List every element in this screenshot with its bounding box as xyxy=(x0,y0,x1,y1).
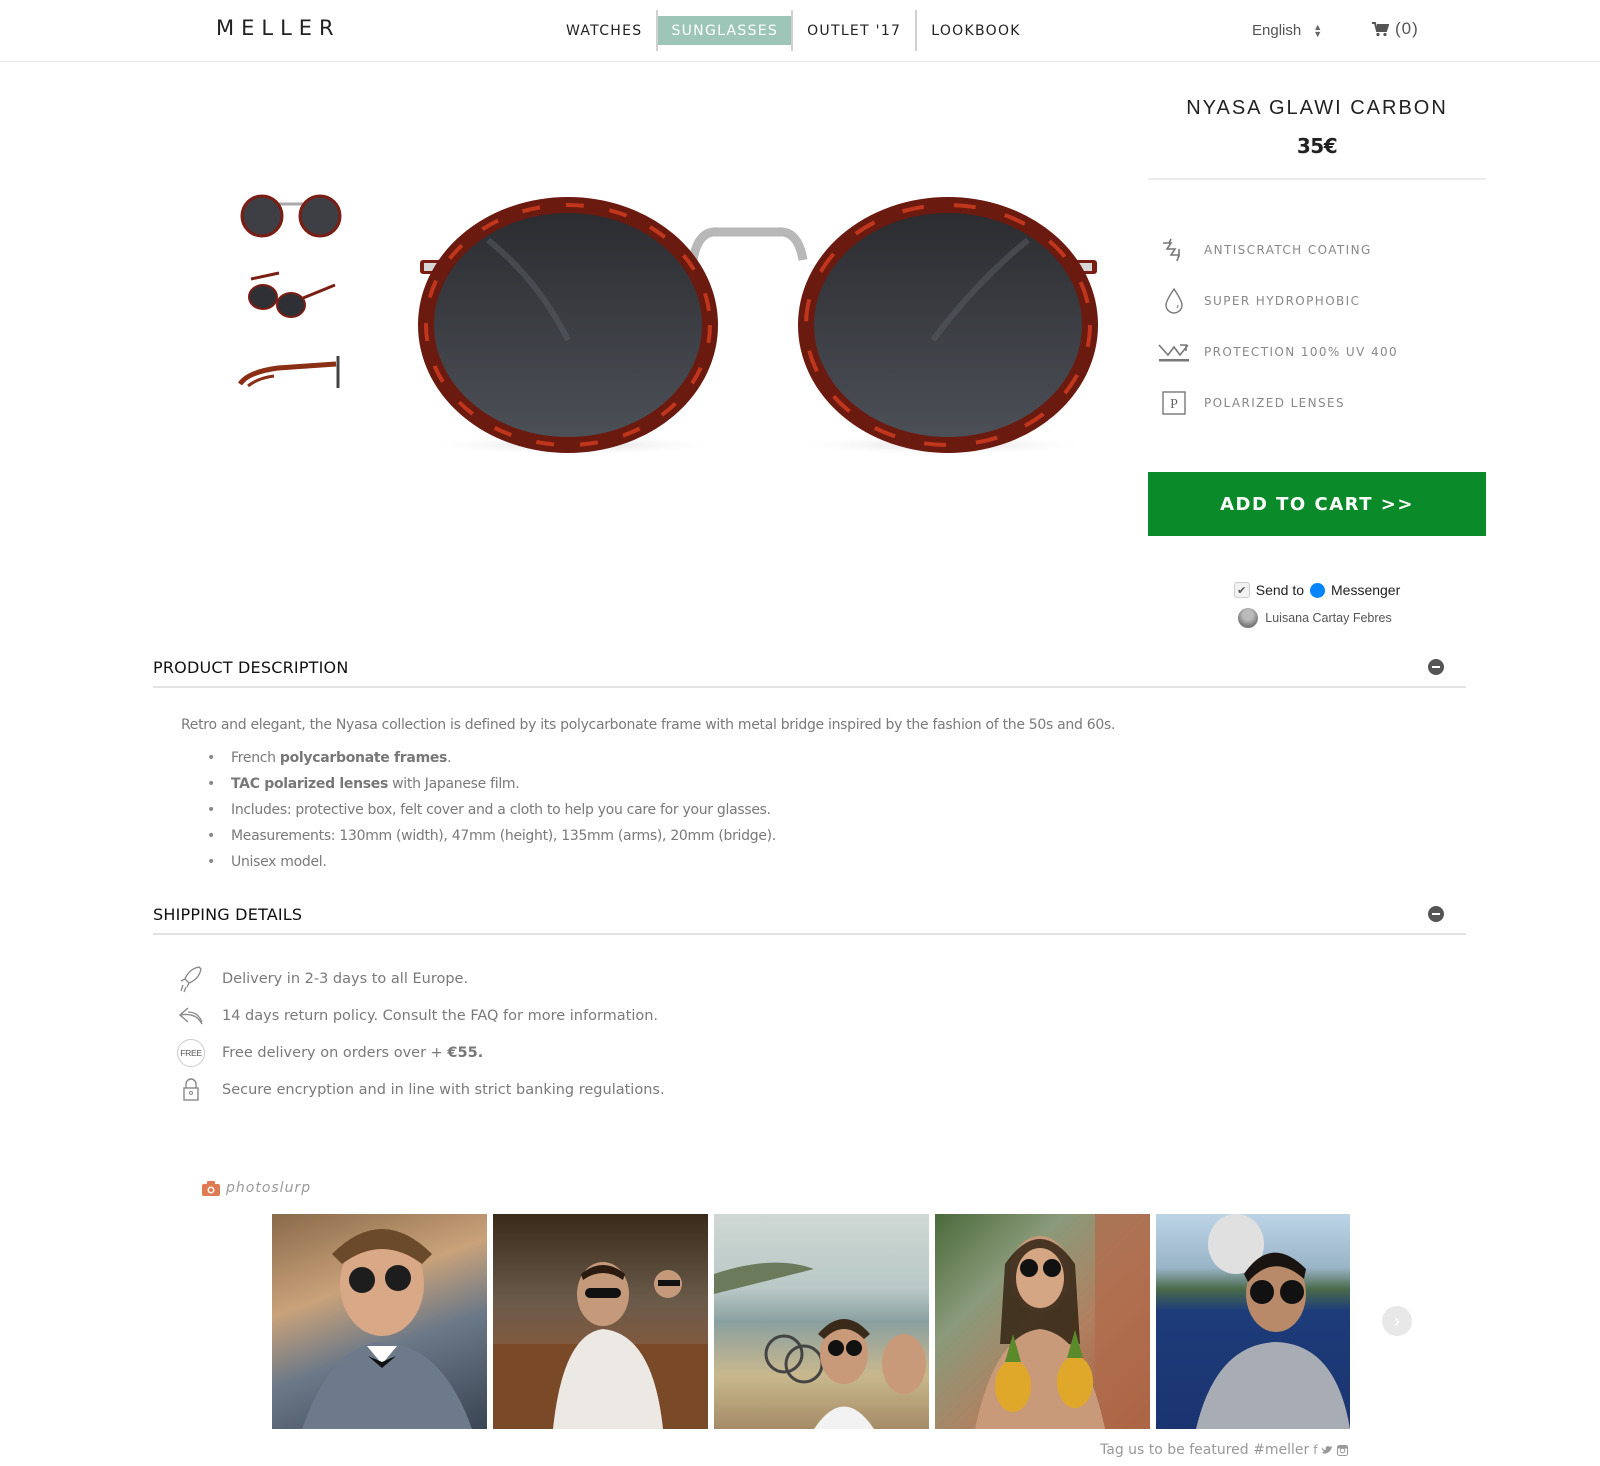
avatar xyxy=(1238,608,1259,628)
facebook-icon[interactable]: f xyxy=(1313,1443,1317,1457)
thumbnail-angled[interactable] xyxy=(236,264,346,324)
send-to-messenger: ✔ Send to Messenger xyxy=(1148,582,1486,598)
collapse-icon[interactable] xyxy=(1428,906,1444,922)
polarized-icon: P xyxy=(1152,390,1196,415)
messenger-icon xyxy=(1310,582,1325,598)
feature-item: ANTISCRATCH COATING xyxy=(1148,224,1486,275)
tagline-text: Tag us to be featured #meller xyxy=(1100,1442,1310,1458)
description-bullet: Unisex model. xyxy=(207,849,1431,875)
feature-list: ANTISCRATCH COATING SUPER HYDROPHOBIC PR… xyxy=(1148,224,1486,428)
photoslurp-label: photoslurp xyxy=(226,1180,312,1196)
product-title: NYASA GLAWI CARBON xyxy=(1186,97,1448,119)
product-main-image[interactable] xyxy=(418,190,1098,470)
feature-label: SUPER HYDROPHOBIC xyxy=(1204,293,1361,308)
rocket-icon xyxy=(176,965,206,993)
language-label: English xyxy=(1252,22,1302,39)
description-bullet: Includes: protective box, felt cover and… xyxy=(207,797,1431,823)
nav-watches[interactable]: WATCHES xyxy=(552,10,656,51)
shipping-item: 14 days return policy. Consult the FAQ f… xyxy=(176,997,665,1034)
messenger-user: Luisana Cartay Febres xyxy=(1144,608,1486,628)
feature-label: POLARIZED LENSES xyxy=(1204,395,1346,410)
uv-protection-icon xyxy=(1152,341,1196,363)
thumbnail-front[interactable] xyxy=(236,186,346,246)
nav-outlet[interactable]: OUTLET '17 xyxy=(793,10,915,51)
send-to-label: Send to xyxy=(1255,582,1304,598)
thumbnail-side[interactable] xyxy=(236,342,346,402)
description-bullets: French polycarbonate frames. TAC polariz… xyxy=(181,745,1431,875)
gallery-photo[interactable] xyxy=(493,1214,708,1429)
svg-text:P: P xyxy=(1170,397,1178,412)
cart-icon xyxy=(1372,21,1389,36)
thumbnail-list xyxy=(236,186,346,420)
messenger-checkbox[interactable]: ✔ xyxy=(1233,582,1250,598)
instagram-icon[interactable] xyxy=(1337,1444,1349,1456)
nav-lookbook[interactable]: LOOKBOOK xyxy=(917,10,1035,51)
messenger-user-name[interactable]: Luisana Cartay Febres xyxy=(1265,611,1391,625)
divider xyxy=(1148,178,1486,180)
add-to-cart-button[interactable]: ADD TO CART >> xyxy=(1148,472,1486,536)
site-header: MELLER WATCHES SUNGLASSES OUTLET '17 LOO… xyxy=(0,0,1600,62)
main-nav: WATCHES SUNGLASSES OUTLET '17 LOOKBOOK xyxy=(552,10,1035,51)
feature-item: PROTECTION 100% UV 400 xyxy=(1148,326,1486,377)
description-intro: Retro and elegant, the Nyasa collection … xyxy=(181,717,1116,733)
product-description-header[interactable]: PRODUCT DESCRIPTION xyxy=(153,648,1466,688)
ugc-gallery xyxy=(272,1214,1350,1429)
feature-label: PROTECTION 100% UV 400 xyxy=(1204,344,1399,359)
gallery-photo[interactable] xyxy=(1156,1214,1350,1429)
product-price: 35€ xyxy=(1296,134,1338,158)
language-selector[interactable]: English ▲ ▼ xyxy=(1252,22,1322,39)
feature-item: P POLARIZED LENSES xyxy=(1148,377,1486,428)
shipping-item: Delivery in 2-3 days to all Europe. xyxy=(176,960,665,997)
product-info-panel: NYASA GLAWI CARBON 35€ ANTISCRATCH COATI… xyxy=(1148,90,1486,628)
meller-logo[interactable]: MELLER xyxy=(216,16,341,40)
antiscratch-icon xyxy=(1152,237,1196,263)
water-drop-icon xyxy=(1152,287,1196,315)
section-title: SHIPPING DETAILS xyxy=(153,904,303,924)
section-title: PRODUCT DESCRIPTION xyxy=(153,657,349,677)
shipping-item: Secure encryption and in line with stric… xyxy=(176,1071,665,1108)
return-icon xyxy=(176,1006,206,1026)
lock-icon xyxy=(176,1077,206,1102)
photoslurp-tagline: Tag us to be featured #meller f xyxy=(1100,1442,1349,1458)
free-badge-icon: FREE xyxy=(176,1038,206,1067)
feature-item: SUPER HYDROPHOBIC xyxy=(1148,275,1486,326)
cart-count: (0) xyxy=(1395,19,1419,38)
photoslurp-brand[interactable]: photoslurp xyxy=(202,1180,311,1196)
gallery-next-button[interactable]: › xyxy=(1382,1306,1412,1336)
description-bullet: Measurements: 130mm (width), 47mm (heigh… xyxy=(207,823,1431,849)
feature-label: ANTISCRATCH COATING xyxy=(1204,242,1372,257)
chevron-right-icon: › xyxy=(1394,1310,1400,1331)
twitter-icon[interactable] xyxy=(1321,1445,1333,1455)
messenger-label: Messenger xyxy=(1331,582,1401,598)
camera-icon xyxy=(202,1180,220,1196)
description-bullet: TAC polarized lenses with Japanese film. xyxy=(207,771,1431,797)
gallery-photo[interactable] xyxy=(935,1214,1150,1429)
description-bullet: French polycarbonate frames. xyxy=(207,745,1431,771)
gallery-photo[interactable] xyxy=(272,1214,487,1429)
select-arrows-icon: ▲ ▼ xyxy=(1313,21,1323,39)
shipping-item: FREE Free delivery on orders over + €55. xyxy=(176,1034,665,1071)
nav-sunglasses[interactable]: SUNGLASSES xyxy=(658,16,792,45)
collapse-icon[interactable] xyxy=(1428,659,1444,675)
cart-button[interactable]: (0) xyxy=(1372,19,1419,39)
product-description: Retro and elegant, the Nyasa collection … xyxy=(181,717,1431,875)
gallery-photo[interactable] xyxy=(714,1214,929,1429)
shipping-details-header[interactable]: SHIPPING DETAILS xyxy=(153,895,1466,935)
shipping-list: Delivery in 2-3 days to all Europe. 14 d… xyxy=(176,960,665,1108)
